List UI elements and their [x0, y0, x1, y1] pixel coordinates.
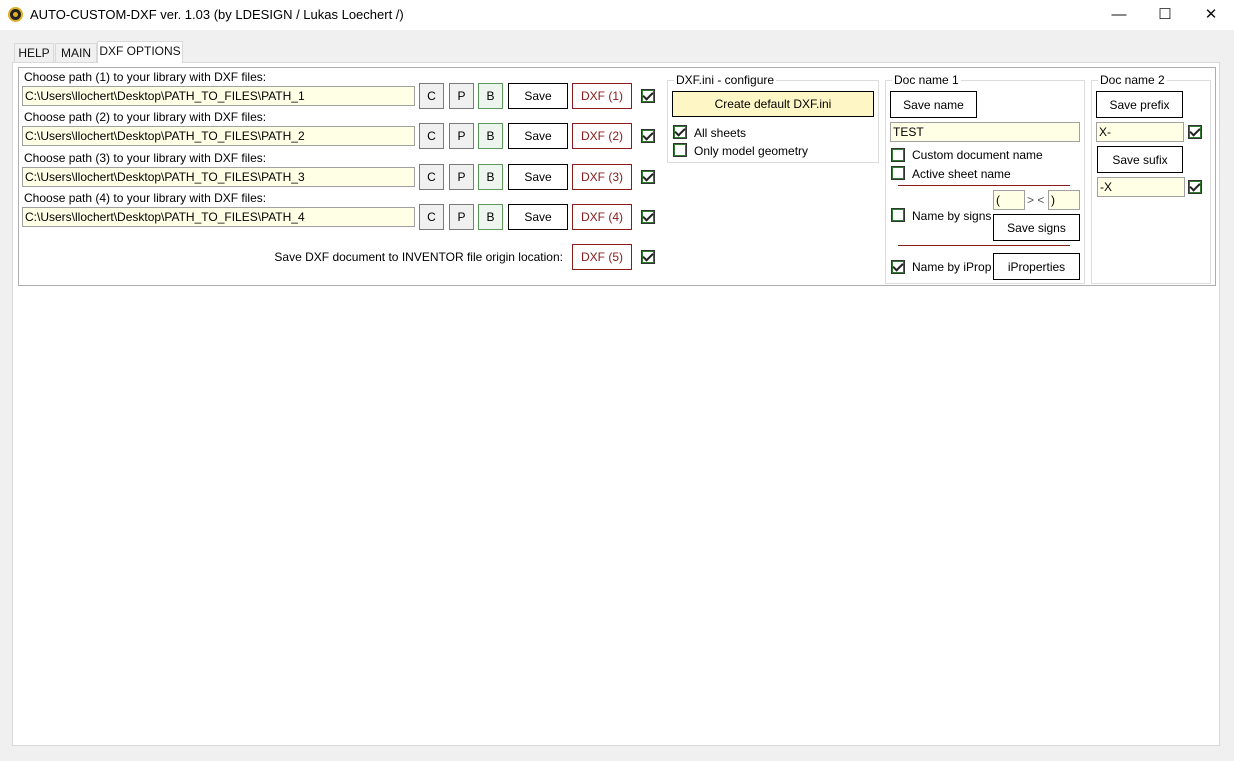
prefix-checkbox[interactable] — [1188, 125, 1202, 139]
tab-help[interactable]: HELP — [14, 43, 54, 63]
dxf-path-button[interactable]: DXF (3) — [572, 164, 632, 190]
path-checkbox[interactable] — [641, 170, 655, 184]
doc-name-input[interactable]: TEST — [890, 122, 1080, 142]
custom-document-name-label: Custom document name — [912, 148, 1043, 162]
path-checkbox[interactable] — [641, 89, 655, 103]
doc-name-1-title: Doc name 1 — [892, 73, 961, 87]
path-input[interactable]: C:\Users\llochert\Desktop\PATH_TO_FILES\… — [22, 126, 415, 146]
create-default-dxfini-button[interactable]: Create default DXF.ini — [672, 91, 874, 117]
p-button[interactable]: P — [449, 164, 474, 190]
divider — [898, 185, 1070, 186]
b-button[interactable]: B — [478, 164, 503, 190]
window-title: AUTO-CUSTOM-DXF ver. 1.03 (by LDESIGN / … — [30, 7, 404, 22]
signs-separator: > < — [1027, 193, 1045, 207]
save-path-button[interactable]: Save — [508, 164, 568, 190]
custom-document-name-checkbox[interactable] — [891, 148, 905, 162]
active-sheet-name-label: Active sheet name — [912, 167, 1011, 181]
name-by-iprop-checkbox[interactable] — [891, 260, 905, 274]
only-model-label: Only model geometry — [694, 144, 809, 158]
name-by-signs-checkbox[interactable] — [891, 208, 905, 222]
c-button[interactable]: C — [419, 123, 444, 149]
app-logo-icon — [8, 7, 23, 22]
b-button[interactable]: B — [478, 204, 503, 230]
divider — [898, 245, 1070, 246]
tab-dxf-options[interactable]: DXF OPTIONS — [97, 41, 183, 63]
dxf-path-button[interactable]: DXF (2) — [572, 123, 632, 149]
title-bar: AUTO-CUSTOM-DXF ver. 1.03 (by LDESIGN / … — [0, 0, 1234, 30]
close-button[interactable]: ✕ — [1188, 0, 1234, 30]
path-checkbox[interactable] — [641, 129, 655, 143]
save-prefix-button[interactable]: Save prefix — [1096, 91, 1183, 118]
b-button[interactable]: B — [478, 123, 503, 149]
save-path-button[interactable]: Save — [508, 204, 568, 230]
path-input[interactable]: C:\Users\llochert\Desktop\PATH_TO_FILES\… — [22, 86, 415, 106]
prefix-input[interactable]: X- — [1096, 122, 1184, 142]
dxf-path-button[interactable]: DXF (4) — [572, 204, 632, 230]
dxf-path-button[interactable]: DXF (1) — [572, 83, 632, 109]
path-label: Choose path (4) to your library with DXF… — [24, 191, 267, 205]
doc-name-2-title: Doc name 2 — [1098, 73, 1167, 87]
path-label: Choose path (3) to your library with DXF… — [24, 151, 267, 165]
all-sheets-label: All sheets — [694, 126, 747, 140]
c-button[interactable]: C — [419, 164, 444, 190]
b-button[interactable]: B — [478, 83, 503, 109]
iproperties-button[interactable]: iProperties — [993, 253, 1080, 280]
all-sheets-checkbox[interactable] — [673, 125, 687, 139]
save-name-button[interactable]: Save name — [890, 91, 977, 118]
dxfini-title: DXF.ini - configure — [674, 73, 777, 87]
active-sheet-name-checkbox[interactable] — [891, 166, 905, 180]
save-sufix-button[interactable]: Save sufix — [1097, 146, 1183, 173]
tab-main[interactable]: MAIN — [55, 43, 97, 63]
sufix-checkbox[interactable] — [1188, 180, 1202, 194]
path-label: Choose path (1) to your library with DXF… — [24, 70, 267, 84]
name-by-signs-label: Name by signs — [912, 209, 992, 223]
path-input[interactable]: C:\Users\llochert\Desktop\PATH_TO_FILES\… — [22, 167, 415, 187]
only-model-checkbox[interactable] — [673, 143, 687, 157]
p-button[interactable]: P — [449, 123, 474, 149]
p-button[interactable]: P — [449, 83, 474, 109]
origin-checkbox[interactable] — [641, 250, 655, 264]
p-button[interactable]: P — [449, 204, 474, 230]
c-button[interactable]: C — [419, 204, 444, 230]
name-by-iprop-label: Name by iProp — [912, 260, 992, 274]
save-path-button[interactable]: Save — [508, 83, 568, 109]
path-label: Choose path (2) to your library with DXF… — [24, 110, 267, 124]
save-signs-button[interactable]: Save signs — [993, 214, 1080, 241]
sign-open-input[interactable]: ( — [993, 190, 1025, 210]
sign-close-input[interactable]: ) — [1048, 190, 1080, 210]
minimize-button[interactable]: — — [1096, 0, 1142, 30]
path-input[interactable]: C:\Users\llochert\Desktop\PATH_TO_FILES\… — [22, 207, 415, 227]
save-path-button[interactable]: Save — [508, 123, 568, 149]
dxf-5-button[interactable]: DXF (5) — [572, 244, 632, 270]
sufix-input[interactable]: -X — [1097, 177, 1185, 197]
maximize-button[interactable]: ☐ — [1142, 0, 1188, 30]
c-button[interactable]: C — [419, 83, 444, 109]
origin-label: Save DXF document to INVENTOR file origi… — [274, 250, 563, 264]
path-checkbox[interactable] — [641, 210, 655, 224]
